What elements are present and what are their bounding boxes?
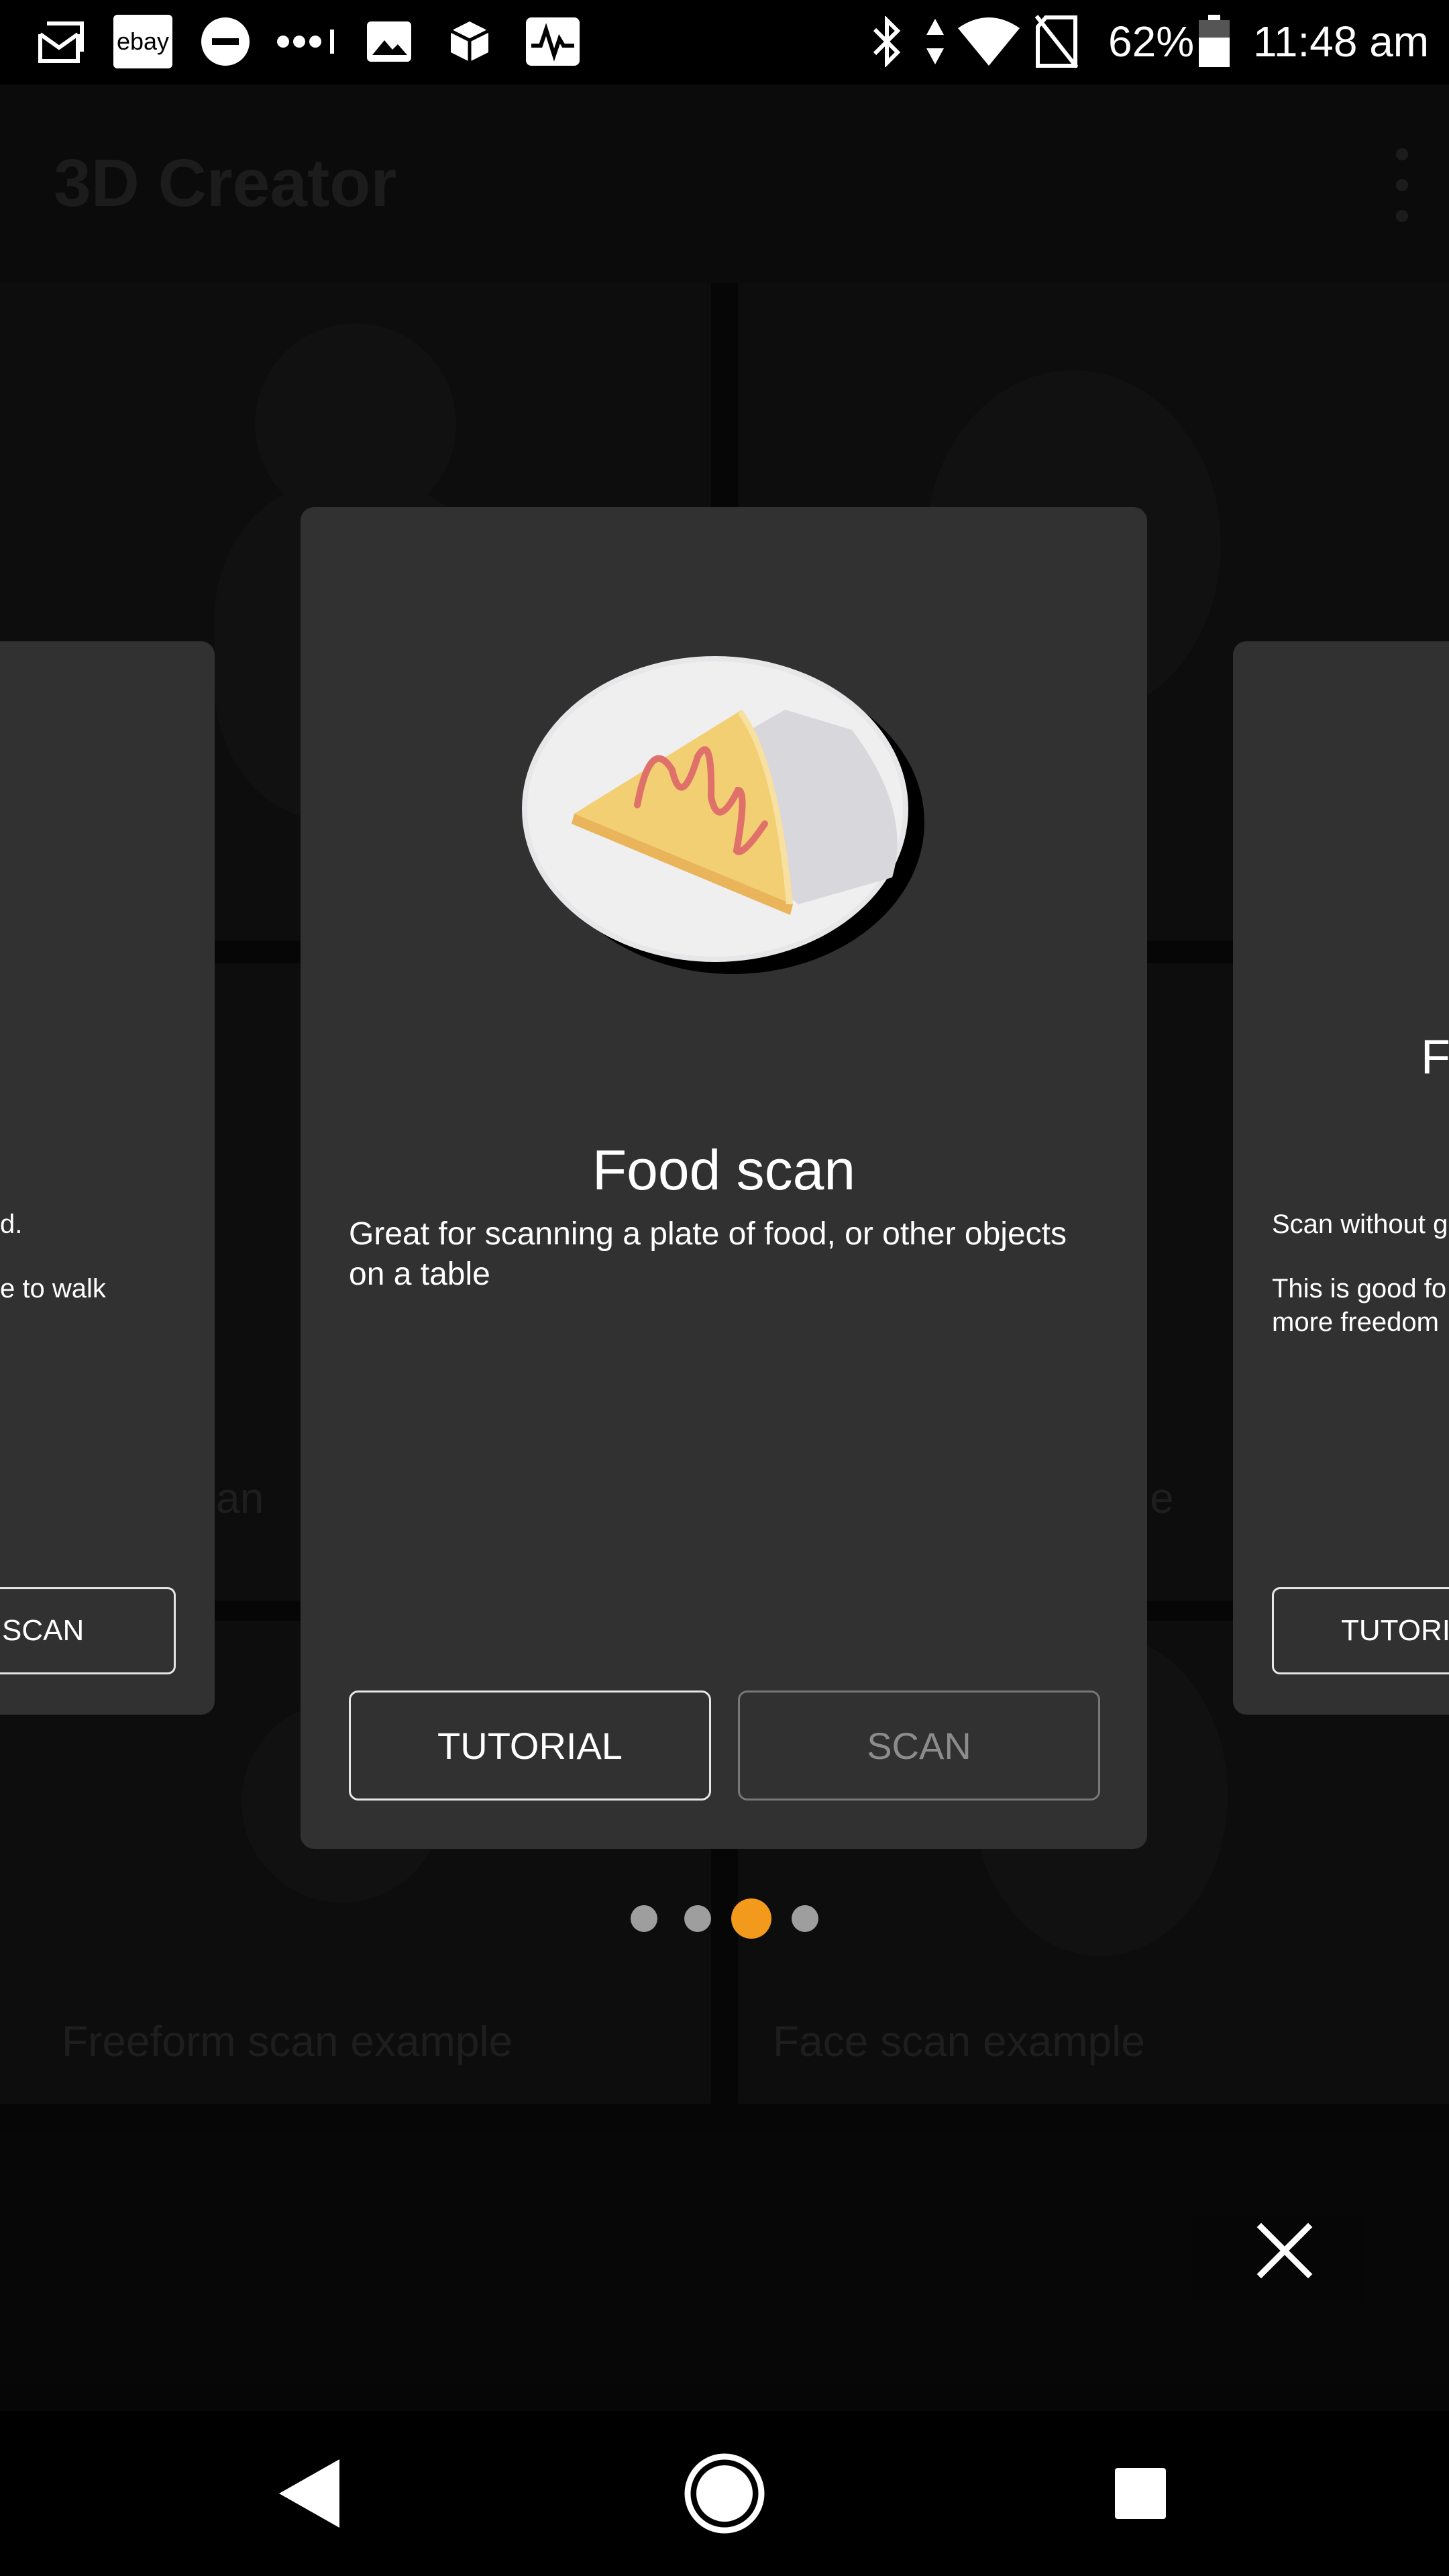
close-icon[interactable] (1254, 2220, 1315, 2281)
card-title: Food scan (592, 1138, 856, 1201)
ebay-icon: ebay (113, 15, 173, 68)
signal-dots-icon (275, 15, 342, 68)
scan-button[interactable]: SCAN (0, 1587, 176, 1674)
page-dot-active[interactable] (731, 1898, 771, 1939)
navigation-bar (0, 2411, 1449, 2576)
home-icon[interactable] (644, 2411, 805, 2576)
scan-mode-card-food: Food scan Great for scanning a plate of … (301, 507, 1147, 1849)
card-title: F (1421, 1030, 1449, 1084)
back-icon[interactable] (228, 2411, 389, 2576)
scan-mode-card-previous[interactable]: d. e to walk SCAN (0, 641, 215, 1715)
battery-percent: 62% (1108, 17, 1195, 66)
wifi-icon (955, 15, 1022, 68)
status-bar: ebay 62% 11:48 am (0, 0, 1449, 85)
activity-icon (523, 15, 582, 68)
battery-icon (1195, 15, 1233, 68)
no-sim-icon (1033, 15, 1080, 68)
card-description-line: Scan without g (1272, 1210, 1448, 1239)
page-dot[interactable] (631, 1905, 657, 1932)
tutorial-button[interactable]: TUTORIAL (349, 1690, 711, 1801)
mail-icon (32, 15, 89, 68)
clock: 11:48 am (1253, 17, 1430, 66)
ebay-label: ebay (113, 15, 172, 68)
recents-icon[interactable] (1060, 2411, 1221, 2576)
card-description-line: more freedom (1272, 1307, 1439, 1337)
bluetooth-icon (867, 15, 907, 68)
page-indicator (0, 1898, 1449, 1939)
food-plate-illustration (517, 656, 932, 991)
card-description-line: e to walk (0, 1274, 106, 1303)
card-description-line: This is good fo (1272, 1274, 1447, 1303)
card-description-line: d. (0, 1210, 23, 1239)
card-description: Great for scanning a plate of food, or o… (349, 1216, 1067, 1292)
scan-mode-card-next[interactable]: F Scan without g This is good fo more fr… (1233, 641, 1449, 1715)
page-dot[interactable] (684, 1905, 711, 1932)
data-arrows-icon (922, 15, 949, 68)
page-dot[interactable] (792, 1905, 818, 1932)
box-icon (443, 15, 496, 68)
do-not-disturb-icon (199, 15, 252, 68)
star-illustration (1434, 883, 1449, 977)
image-icon (362, 15, 416, 68)
tutorial-button[interactable]: TUTORI (1272, 1587, 1449, 1674)
scan-button[interactable]: SCAN (738, 1690, 1100, 1801)
